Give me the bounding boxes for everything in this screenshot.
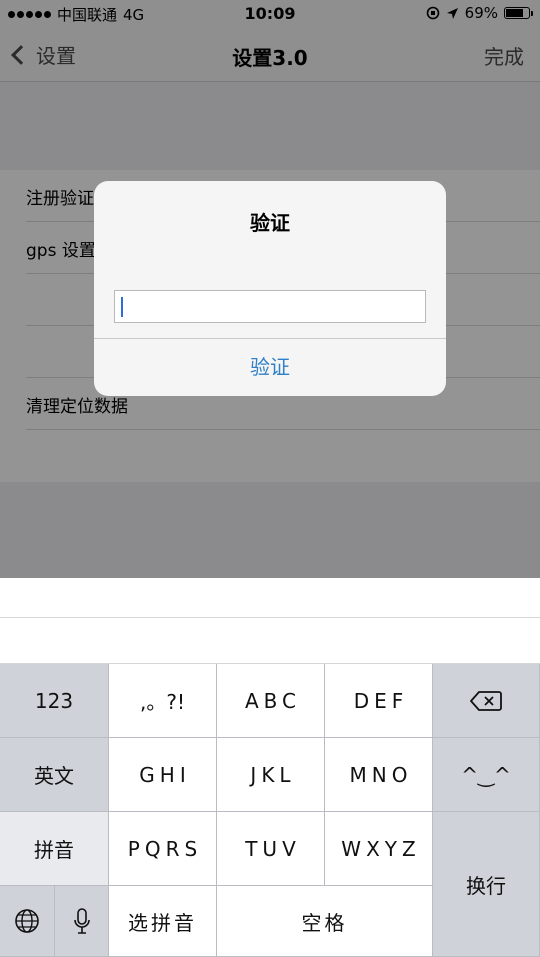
globe-icon [14,908,40,934]
key-select-pinyin[interactable]: 选拼音 [109,886,217,957]
key-jkl[interactable]: JKL [217,738,325,812]
key-punctuation[interactable]: ,。?! [109,664,217,738]
key-emoji[interactable]: ^‿^ [433,738,540,812]
key-abc[interactable]: ABC [217,664,325,738]
verify-alert-dialog: 验证 验证 [94,181,446,396]
text-cursor [121,297,123,317]
key-ghi[interactable]: GHI [109,738,217,812]
key-tuv[interactable]: TUV [217,812,325,886]
keyboard-accessory-bar [0,578,540,618]
key-return[interactable]: 换行 [433,812,540,957]
key-def[interactable]: DEF [325,664,433,738]
key-microphone[interactable] [55,886,109,957]
key-space[interactable]: 空格 [217,886,433,957]
key-pinyin[interactable]: 拼音 [0,812,109,886]
key-globe[interactable] [0,886,55,957]
key-delete[interactable] [433,664,540,738]
delete-icon [470,690,502,712]
pinyin-keyboard: 123 ,。?! ABC DEF 英文 GHI JKL MNO ^‿^ 拼音 P… [0,664,540,957]
key-pqrs[interactable]: PQRS [109,812,217,886]
key-mno[interactable]: MNO [325,738,433,812]
key-english[interactable]: 英文 [0,738,109,812]
microphone-icon [73,907,91,935]
verify-text-field[interactable] [114,290,426,323]
pinyin-candidate-bar [0,619,540,664]
key-wxyz[interactable]: WXYZ [325,812,433,886]
alert-title: 验证 [250,211,290,235]
verify-button[interactable]: 验证 [94,339,446,396]
key-123[interactable]: 123 [0,664,109,738]
